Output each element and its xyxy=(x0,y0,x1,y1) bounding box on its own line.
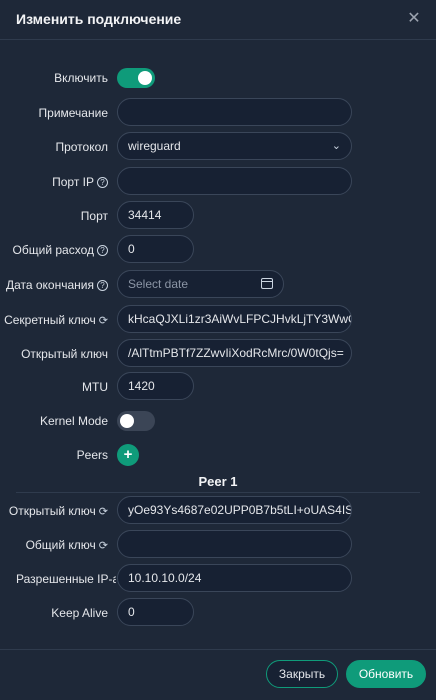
protocol-row: Протокол wireguard ⌄ xyxy=(0,132,436,162)
peers-label: Peers xyxy=(76,448,108,462)
public-key-label: Открытый ключ xyxy=(21,347,108,361)
mtu-input[interactable]: 1420 xyxy=(117,372,194,400)
kernel-mode-row: Kernel Mode xyxy=(0,406,436,436)
peer-shared-key-row: Общий ключ ⟳ xyxy=(0,530,436,560)
expiry-date-placeholder: Select date xyxy=(128,277,189,291)
note-input[interactable] xyxy=(117,98,352,126)
enable-label: Включить xyxy=(54,71,108,85)
update-button[interactable]: Обновить xyxy=(346,660,426,688)
enable-row: Включить xyxy=(0,63,436,93)
protocol-label: Протокол xyxy=(55,140,108,154)
close-icon[interactable]: ✕ xyxy=(404,9,424,29)
port-ip-input[interactable] xyxy=(117,167,352,195)
mtu-row: MTU 1420 xyxy=(0,372,436,402)
toggle-knob xyxy=(120,414,134,428)
protocol-value: wireguard xyxy=(128,139,181,153)
refresh-icon[interactable]: ⟳ xyxy=(99,306,108,336)
keep-alive-label: Keep Alive xyxy=(51,606,108,620)
public-key-input[interactable]: /AlTtmPBTf7ZZwvIiXodRcMrc/0W0tQjs= xyxy=(117,339,352,367)
total-traffic-input[interactable]: 0 xyxy=(117,235,194,263)
total-traffic-row: Общий расход? 0 xyxy=(0,235,436,265)
mtu-label: MTU xyxy=(82,380,108,394)
expiry-date-label: Дата окончания xyxy=(5,278,94,292)
secret-key-label: Секретный ключ xyxy=(4,313,96,327)
edit-connection-dialog: Изменить подключение ✕ Включить Примечан… xyxy=(0,0,436,700)
peers-row: Peers + xyxy=(0,440,436,470)
help-icon[interactable]: ? xyxy=(97,245,108,257)
calendar-icon xyxy=(261,278,273,289)
total-traffic-label: Общий расход xyxy=(12,243,94,257)
allowed-ips-row: Разрешенные IP-адреса 10.10.10.0/24 xyxy=(0,564,436,594)
peer-title: Peer 1 xyxy=(198,474,238,489)
note-row: Примечание xyxy=(0,98,436,128)
close-button[interactable]: Закрыть xyxy=(266,660,338,688)
secret-key-input[interactable]: kHcaQJXLi1zr3AiWvLFPCJHvkLjTY3WwCX xyxy=(117,305,352,333)
total-traffic-label-wrap: Общий расход? xyxy=(13,235,108,265)
port-ip-label: Порт IP xyxy=(52,175,94,189)
expiry-date-row: Дата окончания? Select date xyxy=(0,270,436,300)
dialog-header: Изменить подключение ✕ xyxy=(0,0,436,40)
note-label: Примечание xyxy=(38,106,108,120)
dialog-footer: Закрыть Обновить xyxy=(0,649,436,700)
toggle-knob xyxy=(138,71,152,85)
secret-key-label-wrap: Секретный ключ ⟳ xyxy=(4,305,108,335)
peer-section-header: Peer 1 xyxy=(0,474,436,492)
expiry-date-label-wrap: Дата окончания? xyxy=(6,270,108,300)
peer-shared-key-label: Общий ключ xyxy=(25,538,96,552)
dialog-title: Изменить подключение xyxy=(16,11,182,27)
public-key-row: Открытый ключ /AlTtmPBTf7ZZwvIiXodRcMrc/… xyxy=(0,339,436,369)
kernel-mode-toggle[interactable] xyxy=(117,411,155,431)
port-row: Порт 34414 xyxy=(0,201,436,231)
help-icon[interactable]: ? xyxy=(97,177,108,189)
peer-public-key-row: Открытый ключ ⟳ yOe93Ys4687e02UPP0B7b5tLI… xyxy=(0,496,436,526)
protocol-select[interactable]: wireguard ⌄ xyxy=(117,132,352,160)
port-ip-row: Порт IP? xyxy=(0,167,436,197)
enable-toggle[interactable] xyxy=(117,68,155,88)
chevron-down-icon: ⌄ xyxy=(331,140,341,152)
refresh-icon[interactable]: ⟳ xyxy=(99,531,108,561)
peer-public-key-label-wrap: Открытый ключ ⟳ xyxy=(9,496,108,526)
peer-shared-key-input[interactable] xyxy=(117,530,352,558)
port-input[interactable]: 34414 xyxy=(117,201,194,229)
expiry-date-picker[interactable]: Select date xyxy=(117,270,284,298)
peer-public-key-input[interactable]: yOe93Ys4687e02UPP0B7b5tLI+oUAS4ISF xyxy=(117,496,352,524)
add-peer-button[interactable]: + xyxy=(117,444,139,466)
kernel-mode-label: Kernel Mode xyxy=(39,414,108,428)
keep-alive-row: Keep Alive 0 xyxy=(0,598,436,628)
refresh-icon[interactable]: ⟳ xyxy=(99,497,108,527)
port-ip-label-wrap: Порт IP? xyxy=(52,167,108,197)
peer-public-key-label: Открытый ключ xyxy=(8,504,96,518)
port-label: Порт xyxy=(80,209,108,223)
keep-alive-input[interactable]: 0 xyxy=(117,598,194,626)
peer-divider xyxy=(16,492,420,493)
peer-shared-key-label-wrap: Общий ключ ⟳ xyxy=(26,530,108,560)
allowed-ips-label: Разрешенные IP-адреса xyxy=(16,572,116,586)
help-icon[interactable]: ? xyxy=(97,280,108,292)
allowed-ips-input[interactable]: 10.10.10.0/24 xyxy=(117,564,352,592)
secret-key-row: Секретный ключ ⟳ kHcaQJXLi1zr3AiWvLFPCJHv… xyxy=(0,305,436,335)
